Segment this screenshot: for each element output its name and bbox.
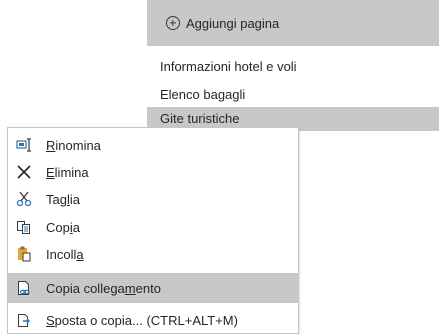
menu-item-sposta-copia[interactable]: Sposta o copia... (CTRL+ALT+M) [8, 307, 298, 333]
add-page-label: Aggiungi pagina [186, 15, 280, 31]
move-copy-icon [16, 312, 32, 328]
page-item-label: Informazioni hotel e voli [160, 59, 297, 74]
page-item-label: Gite turistiche [160, 111, 240, 126]
copy-link-icon [16, 280, 32, 296]
page-item-hotel[interactable]: Informazioni hotel e voli [147, 55, 439, 79]
delete-x-icon [16, 164, 32, 180]
context-menu: Rinomina Elimina Taglia Copia Incolla Co… [7, 127, 299, 334]
add-page-button[interactable]: Aggiungi pagina [147, 0, 439, 46]
paste-icon [16, 246, 32, 262]
menu-item-rinomina[interactable]: Rinomina [8, 132, 298, 158]
copy-icon [16, 219, 32, 235]
scissors-icon [16, 191, 32, 207]
menu-item-copia-collegamento[interactable]: Copia collegamento [8, 273, 298, 303]
menu-item-label: Taglia [46, 191, 80, 207]
menu-item-label: Elimina [46, 164, 89, 180]
menu-item-taglia[interactable]: Taglia [8, 186, 298, 212]
menu-item-label: Incolla [46, 246, 84, 262]
menu-item-label: Copia collegamento [46, 280, 161, 296]
page-item-label: Elenco bagagli [160, 87, 246, 102]
rename-icon [16, 137, 32, 153]
menu-item-label: Copia [46, 219, 80, 235]
page-item-bagagli[interactable]: Elenco bagagli [147, 83, 439, 107]
menu-item-label: Rinomina [46, 137, 101, 153]
menu-item-copia[interactable]: Copia [8, 214, 298, 240]
menu-item-incolla[interactable]: Incolla [8, 241, 298, 267]
add-circle-icon [166, 16, 180, 30]
menu-item-label: Sposta o copia... (CTRL+ALT+M) [46, 312, 238, 328]
menu-item-elimina[interactable]: Elimina [8, 159, 298, 185]
